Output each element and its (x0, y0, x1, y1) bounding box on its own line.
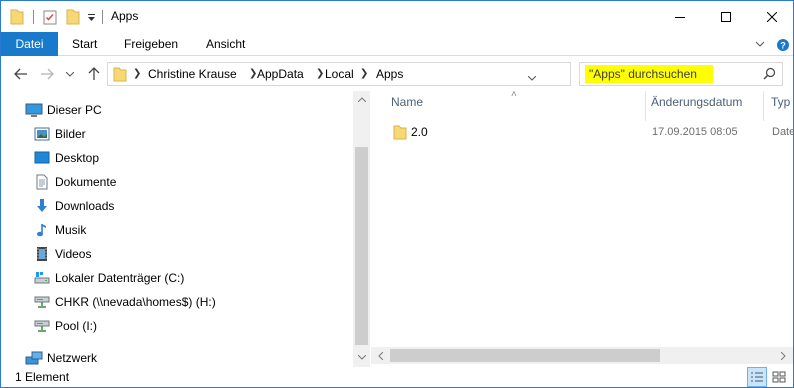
documents-icon (33, 174, 51, 190)
large-icons-view-button[interactable] (769, 367, 789, 387)
column-divider[interactable] (763, 91, 764, 121)
tab-share[interactable]: Freigeben (124, 32, 178, 56)
customize-toolbar-icon[interactable] (85, 8, 97, 26)
address-bar[interactable]: ❯ Christine Krause ❯ AppData ❯ Local ❯ A… (107, 62, 668, 86)
nav-item-label: Netzwerk (47, 351, 98, 365)
tab-start[interactable]: Start (72, 32, 97, 56)
nav-item-label: Dieser PC (47, 103, 102, 117)
help-icon[interactable]: ? (775, 37, 790, 52)
nav-item-this-pc[interactable]: Dieser PC (25, 99, 102, 121)
network-drive-icon (33, 294, 51, 310)
column-divider[interactable] (645, 91, 646, 121)
scroll-down-icon[interactable] (357, 353, 366, 362)
nav-item-videos[interactable]: Videos (33, 243, 91, 265)
nav-item-label: CHKR (\\nevada\homes$) (H:) (55, 295, 216, 309)
breadcrumb-item[interactable]: AppData (257, 67, 304, 81)
folder-icon (113, 66, 127, 85)
file-date: 17.09.2015 08:05 (652, 126, 738, 138)
nav-item-label: Downloads (55, 199, 115, 213)
column-header-date[interactable]: Änderungsdatum (651, 95, 742, 109)
search-input[interactable]: "Apps" durchsuchen (579, 62, 783, 86)
window-title: Apps (111, 9, 139, 23)
status-bar: 1 Element (1, 367, 793, 387)
nav-item-local-drive[interactable]: Lokaler Datenträger (C:) (33, 267, 184, 289)
scroll-up-icon[interactable] (357, 95, 366, 104)
address-row: ❯ Christine Krause ❯ AppData ❯ Local ❯ A… (1, 57, 793, 91)
recent-locations-icon[interactable] (64, 65, 76, 83)
search-icon[interactable] (763, 67, 776, 83)
nav-item-label: Bilder (55, 127, 86, 141)
breadcrumb-item[interactable]: Local (325, 67, 354, 81)
title-bar: Apps (1, 1, 793, 32)
details-view-button[interactable] (747, 367, 767, 387)
column-header-name[interactable]: Name (391, 95, 423, 109)
scroll-left-icon[interactable] (376, 351, 385, 360)
music-icon (33, 222, 51, 238)
title-separator (102, 10, 103, 24)
tab-view[interactable]: Ansicht (206, 32, 245, 56)
expand-ribbon-icon[interactable] (753, 37, 767, 51)
nav-item-network-drive-h[interactable]: CHKR (\\nevada\homes$) (H:) (33, 291, 216, 313)
network-drive-icon (33, 318, 51, 334)
nav-item-label: Desktop (55, 151, 100, 165)
new-folder-icon[interactable] (65, 8, 81, 26)
network-icon (25, 350, 43, 366)
close-button[interactable] (749, 1, 793, 32)
tab-file[interactable]: Datei (1, 32, 58, 56)
scroll-right-icon[interactable] (779, 351, 788, 360)
file-list: ˄ Name Änderungsdatum Typ 2.0 17.09.2015… (371, 89, 793, 367)
svg-text:?: ? (780, 40, 786, 50)
nav-item-label: Lokaler Datenträger (C:) (55, 271, 185, 285)
column-header-type[interactable]: Typ (771, 95, 790, 109)
nav-item-documents[interactable]: Dokumente (33, 171, 116, 193)
pc-icon (25, 102, 43, 118)
nav-item-desktop[interactable]: Desktop (33, 147, 99, 169)
nav-item-label: Musik (55, 223, 87, 237)
pictures-icon (33, 126, 51, 142)
ribbon-tabs: Datei Start Freigeben Ansicht ? (1, 32, 793, 56)
properties-icon[interactable] (41, 8, 59, 26)
content-horizontal-scrollbar[interactable] (371, 347, 793, 364)
maximize-button[interactable] (703, 1, 749, 32)
navigation-pane: Dieser PC Bilder Desktop Dokumente Downl… (1, 91, 371, 367)
minimize-button[interactable] (657, 1, 703, 32)
videos-icon (33, 246, 51, 262)
back-button[interactable] (12, 65, 30, 83)
folder-icon (393, 124, 407, 143)
up-button[interactable] (85, 65, 103, 83)
address-dropdown-icon[interactable] (527, 70, 537, 84)
scrollbar-thumb[interactable] (355, 147, 368, 345)
file-type: Date (772, 126, 794, 138)
breadcrumb-item[interactable]: Christine Krause (148, 67, 237, 81)
forward-button[interactable] (38, 65, 56, 83)
explorer-window: Apps Datei Start Freigeben Ansicht ? ❯ C… (0, 0, 794, 388)
local-drive-icon (33, 270, 51, 286)
nav-item-label: Pool (I:) (55, 319, 98, 333)
desktop-icon (33, 150, 51, 166)
nav-item-network[interactable]: Netzwerk (25, 347, 97, 369)
nav-item-pictures[interactable]: Bilder (33, 123, 86, 145)
table-row[interactable]: 2.0 17.09.2015 08:05 Date (389, 121, 793, 143)
search-placeholder: "Apps" durchsuchen (589, 67, 697, 81)
nav-item-music[interactable]: Musik (33, 219, 86, 241)
nav-vertical-scrollbar[interactable] (353, 91, 370, 367)
nav-item-downloads[interactable]: Downloads (33, 195, 114, 217)
item-count: 1 Element (15, 370, 70, 384)
nav-item-network-drive-i[interactable]: Pool (I:) (33, 315, 97, 337)
scrollbar-thumb[interactable] (390, 349, 660, 362)
downloads-icon (33, 198, 51, 214)
sort-ascending-icon: ˄ (511, 89, 517, 100)
chevron-right-icon[interactable]: ❯ (360, 68, 368, 79)
title-separator (33, 10, 34, 24)
chevron-right-icon[interactable]: ❯ (133, 68, 141, 79)
breadcrumb-item[interactable]: Apps (376, 67, 403, 81)
nav-item-label: Dokumente (55, 175, 117, 189)
folder-icon[interactable] (9, 8, 25, 26)
nav-item-label: Videos (55, 247, 92, 261)
chevron-right-icon[interactable]: ❯ (316, 68, 324, 79)
file-name[interactable]: 2.0 (411, 125, 428, 139)
